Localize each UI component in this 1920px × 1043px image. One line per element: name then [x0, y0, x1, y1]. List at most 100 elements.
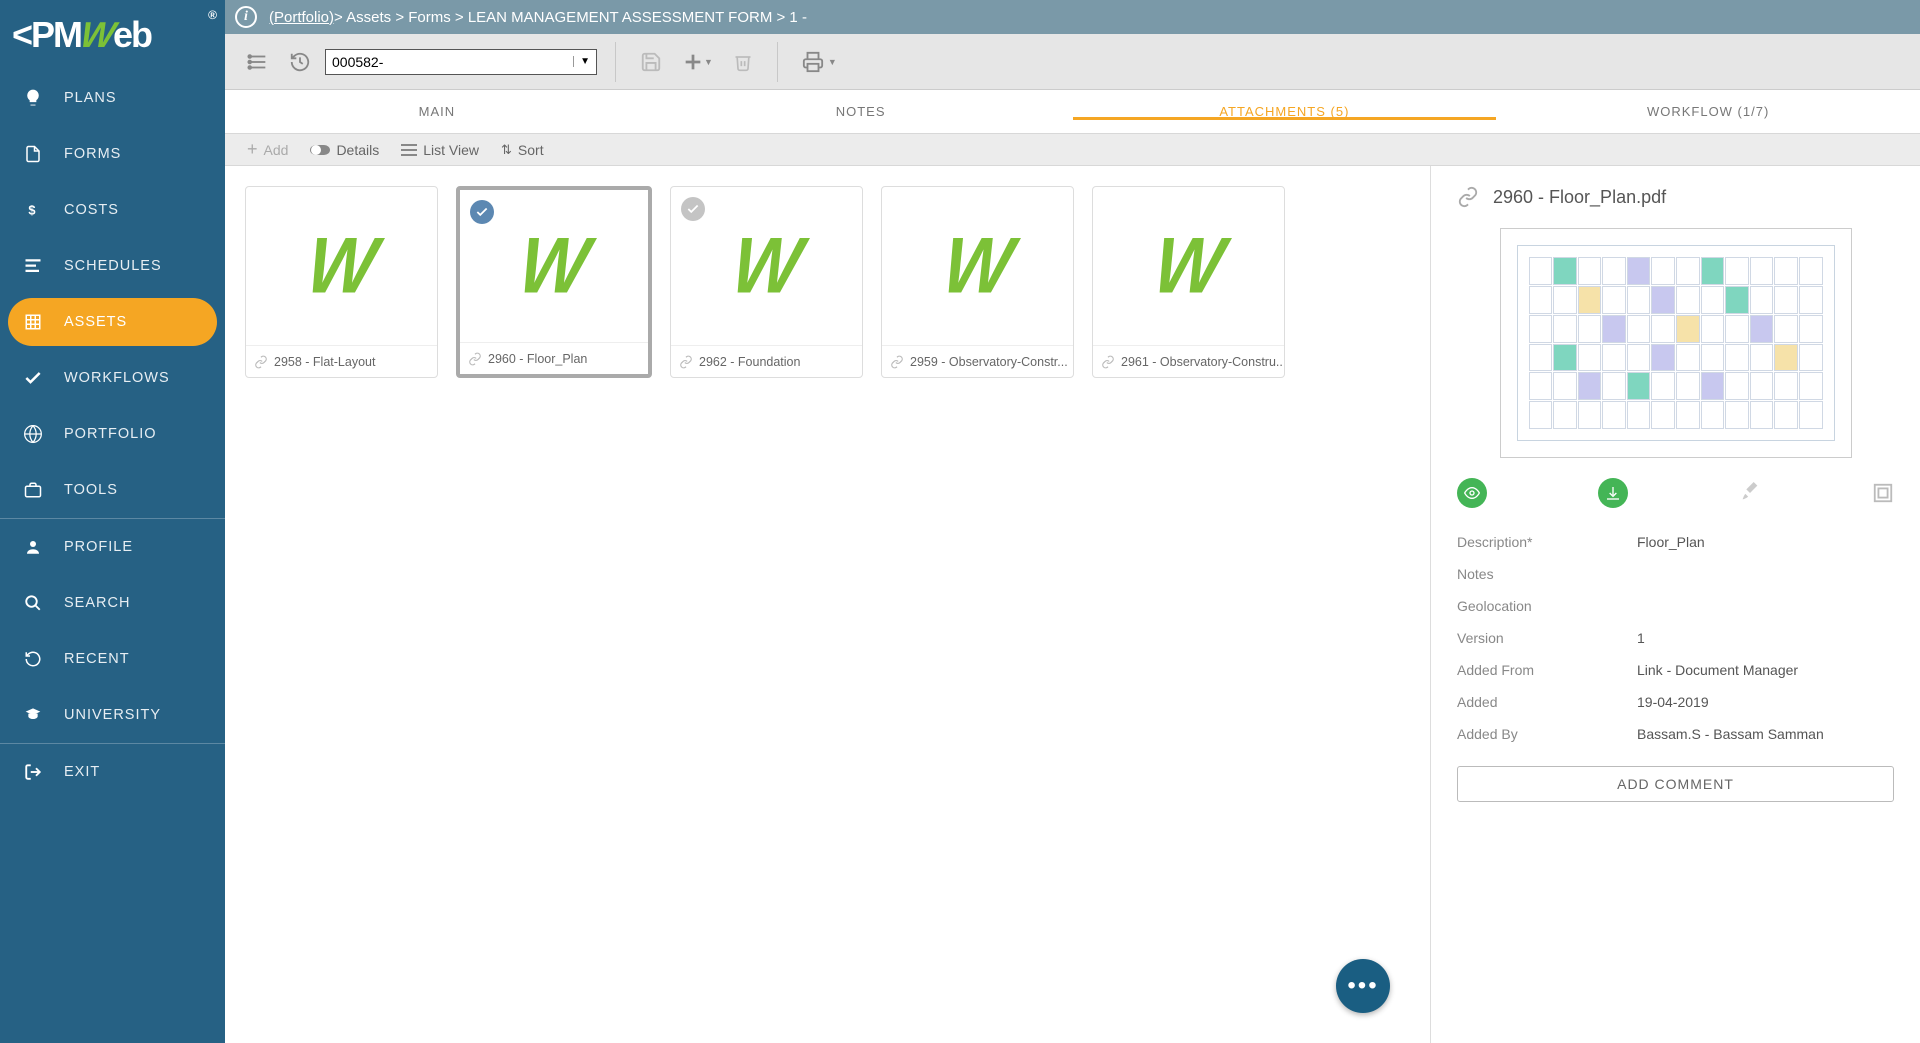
- link-icon: [1457, 186, 1479, 208]
- check-badge-icon: [470, 200, 494, 224]
- card-label: 2959 - Observatory-Constr...: [910, 355, 1068, 369]
- sidebar-item-university[interactable]: UNIVERSITY: [0, 687, 225, 743]
- sidebar-item-exit[interactable]: EXIT: [0, 744, 225, 800]
- toolbar: 000582- ▼ ▼ ▼: [225, 34, 1920, 90]
- sidebar-item-recent[interactable]: RECENT: [0, 631, 225, 687]
- sidebar-item-schedules[interactable]: SCHEDULES: [0, 238, 225, 294]
- attachment-card[interactable]: W 2958 - Flat-Layout: [245, 186, 438, 378]
- sidebar-item-label: UNIVERSITY: [64, 707, 161, 723]
- brush-icon[interactable]: [1739, 482, 1761, 504]
- sidebar-item-label: PORTFOLIO: [64, 426, 157, 442]
- link-icon: [890, 355, 904, 369]
- tree-view-icon[interactable]: [241, 45, 275, 79]
- link-icon: [1101, 355, 1115, 369]
- add-comment-button[interactable]: ADD COMMENT: [1457, 766, 1894, 802]
- bulb-icon: [20, 88, 46, 108]
- sidebar-item-label: FORMS: [64, 146, 121, 162]
- doc-icon: [20, 144, 46, 164]
- attachment-card[interactable]: W2961 - Observatory-Constru...: [1092, 186, 1285, 378]
- card-label: 2958 - Flat-Layout: [274, 355, 375, 369]
- add-icon[interactable]: ▼: [676, 45, 719, 79]
- tab-notes[interactable]: NOTES: [649, 104, 1073, 119]
- card-label: 2960 - Floor_Plan: [488, 352, 587, 366]
- link-icon: [468, 352, 482, 366]
- list-view-button[interactable]: List View: [401, 142, 479, 158]
- link-icon: [254, 355, 268, 369]
- logo: <PMWeb ®: [0, 0, 225, 70]
- sidebar-item-tools[interactable]: TOOLS: [0, 462, 225, 518]
- attachment-card[interactable]: W 2959 - Observatory-Constr...: [881, 186, 1074, 378]
- sidebar-item-assets[interactable]: ASSETS: [8, 298, 217, 346]
- meta-label: Added By: [1457, 726, 1637, 742]
- card-label: 2962 - Foundation: [699, 355, 800, 369]
- meta-value: Floor_Plan: [1637, 534, 1705, 550]
- sidebar-item-label: EXIT: [64, 764, 100, 780]
- sidebar-item-label: RECENT: [64, 651, 130, 667]
- thumbnail: W: [246, 187, 437, 345]
- sidebar-item-profile[interactable]: PROFILE: [0, 519, 225, 575]
- exit-icon: [20, 763, 46, 781]
- sidebar-item-label: WORKFLOWS: [64, 370, 170, 386]
- sidebar-item-label: TOOLS: [64, 482, 118, 498]
- save-icon[interactable]: [634, 45, 668, 79]
- meta-value: 1: [1637, 630, 1645, 646]
- attachments-toolbar: +Add Details List View ⇅Sort: [225, 134, 1920, 166]
- history-icon[interactable]: [283, 45, 317, 79]
- record-selector[interactable]: 000582- ▼: [325, 49, 597, 75]
- meta-label: Added: [1457, 694, 1637, 710]
- briefcase-icon: [20, 481, 46, 499]
- breadcrumb-portfolio[interactable]: (Portfolio): [269, 9, 334, 26]
- sidebar-item-label: SEARCH: [64, 595, 130, 611]
- attachments-grid: W2958 - Flat-LayoutW2960 - Floor_PlanW29…: [225, 166, 1430, 1043]
- tabs: MAINNOTESATTACHMENTS (5)WORKFLOW (1/7): [225, 90, 1920, 134]
- sidebar-item-costs[interactable]: $ COSTS: [0, 182, 225, 238]
- details-toggle[interactable]: Details: [310, 142, 379, 158]
- search-icon: [20, 594, 46, 612]
- meta-row: Notes: [1457, 558, 1894, 590]
- sidebar-item-label: PLANS: [64, 90, 117, 106]
- meta-value: Bassam.S - Bassam Samman: [1637, 726, 1824, 742]
- meta-label: Description*: [1457, 534, 1637, 550]
- sidebar-item-label: SCHEDULES: [64, 258, 162, 274]
- expand-icon[interactable]: [1872, 482, 1894, 504]
- attachment-card[interactable]: W2960 - Floor_Plan: [456, 186, 652, 378]
- sidebar-item-forms[interactable]: FORMS: [0, 126, 225, 182]
- add-attachment-button[interactable]: +Add: [247, 139, 288, 160]
- sidebar-item-workflows[interactable]: WORKFLOWS: [0, 350, 225, 406]
- grad-icon: [20, 707, 46, 723]
- bars-icon: [20, 257, 46, 275]
- sidebar-item-portfolio[interactable]: PORTFOLIO: [0, 406, 225, 462]
- view-button[interactable]: [1457, 478, 1487, 508]
- breadcrumb: i (Portfolio) > Assets > Forms > LEAN MA…: [225, 0, 1920, 34]
- tab-workflow-[interactable]: WORKFLOW (1/7): [1496, 104, 1920, 119]
- grid-icon: [20, 313, 46, 331]
- sort-button[interactable]: ⇅Sort: [501, 142, 544, 158]
- attachment-preview[interactable]: [1500, 228, 1852, 458]
- link-icon: [679, 355, 693, 369]
- sidebar-item-search[interactable]: SEARCH: [0, 575, 225, 631]
- chevron-down-icon: ▼: [573, 56, 590, 67]
- tab-main[interactable]: MAIN: [225, 104, 649, 119]
- sidebar-item-label: COSTS: [64, 202, 119, 218]
- info-icon[interactable]: i: [235, 6, 257, 28]
- print-icon[interactable]: ▼: [796, 45, 843, 79]
- svg-text:$: $: [28, 203, 36, 218]
- user-icon: [20, 538, 46, 556]
- meta-label: Notes: [1457, 566, 1637, 582]
- meta-value: Link - Document Manager: [1637, 662, 1798, 678]
- meta-row: Added19-04-2019: [1457, 686, 1894, 718]
- meta-row: Added FromLink - Document Manager: [1457, 654, 1894, 686]
- detail-panel: 2960 - Floor_Plan.pdf Description*Floor: [1430, 166, 1920, 1043]
- record-selector-value: 000582-: [332, 54, 383, 70]
- fab-more-button[interactable]: •••: [1336, 959, 1390, 1013]
- meta-row: Geolocation: [1457, 590, 1894, 622]
- attachment-card[interactable]: W2962 - Foundation: [670, 186, 863, 378]
- delete-icon[interactable]: [727, 46, 759, 78]
- sidebar: <PMWeb ® PLANS FORMS $ COSTS SCHEDULES ASSETS…: [0, 0, 225, 1043]
- history-icon: [20, 650, 46, 668]
- meta-label: Version: [1457, 630, 1637, 646]
- dollar-icon: $: [20, 200, 46, 220]
- sidebar-item-plans[interactable]: PLANS: [0, 70, 225, 126]
- download-button[interactable]: [1598, 478, 1628, 508]
- thumbnail: W: [882, 187, 1073, 345]
